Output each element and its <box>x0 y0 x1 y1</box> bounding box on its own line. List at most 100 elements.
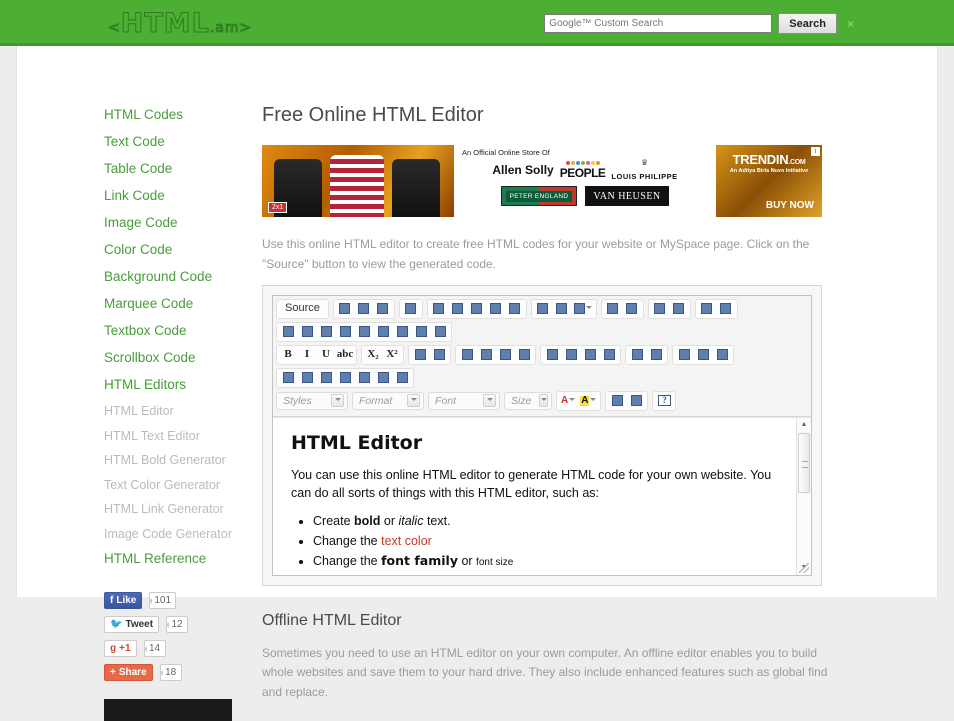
show-blocks-button[interactable] <box>627 393 645 409</box>
radio-button[interactable] <box>317 324 335 340</box>
select-all-button[interactable] <box>698 301 716 317</box>
create-div-button[interactable] <box>515 347 533 363</box>
copy-button[interactable] <box>449 301 467 317</box>
indent-button[interactable] <box>477 347 495 363</box>
sidebar-item-link-code[interactable]: Link Code <box>104 189 262 203</box>
size-select[interactable]: Size <box>504 392 552 410</box>
facebook-like-button[interactable]: fLike <box>104 592 142 609</box>
site-logo[interactable]: <HTML.am> <box>108 8 252 39</box>
textarea-button[interactable] <box>355 324 373 340</box>
styles-select[interactable]: Styles <box>276 392 348 410</box>
sidebar-item-textbox-code[interactable]: Textbox Code <box>104 324 262 338</box>
maximize-button[interactable] <box>608 393 626 409</box>
paste-button[interactable] <box>468 301 486 317</box>
save-button[interactable] <box>336 301 354 317</box>
sidebar-item-html-codes[interactable]: HTML Codes <box>104 108 262 122</box>
sidebar-item-table-code[interactable]: Table Code <box>104 162 262 176</box>
horizontal-rule-button[interactable] <box>336 370 354 386</box>
button-field-button[interactable] <box>393 324 411 340</box>
italic-button[interactable]: I <box>298 347 316 363</box>
chevron-down-icon[interactable] <box>331 394 344 407</box>
scroll-up-icon[interactable]: ▲ <box>797 418 811 432</box>
close-icon[interactable]: × <box>847 17 854 31</box>
bold-button[interactable]: B <box>279 347 297 363</box>
image-button[interactable] <box>279 370 297 386</box>
sidebar-item-image-code[interactable]: Image Code <box>104 216 262 230</box>
select-field-button[interactable] <box>374 324 392 340</box>
special-character-button[interactable] <box>374 370 392 386</box>
link-button[interactable] <box>675 347 693 363</box>
superscript-button[interactable]: X² <box>383 347 401 363</box>
google-plus-one-button[interactable]: g+1 <box>104 640 137 657</box>
sidebar-item-html-editors[interactable]: HTML Editors <box>104 378 262 392</box>
bulleted-list-button[interactable] <box>430 347 448 363</box>
remove-format-button[interactable] <box>717 301 735 317</box>
editor-scrollbar[interactable]: ▲ ▼ <box>796 418 811 575</box>
font-select[interactable]: Font <box>428 392 500 410</box>
editor-document[interactable]: HTML Editor You can use this online HTML… <box>273 418 811 571</box>
anchor-button[interactable] <box>713 347 731 363</box>
twitter-tweet-button[interactable]: 🐦Tweet <box>104 616 159 633</box>
background-color-button[interactable]: A <box>578 393 598 409</box>
sidebar-item-scrollbox-code[interactable]: Scrollbox Code <box>104 351 262 365</box>
blockquote-button[interactable] <box>496 347 514 363</box>
justify-button[interactable] <box>600 347 618 363</box>
sidebar-item-text-code[interactable]: Text Code <box>104 135 262 149</box>
text-color-button[interactable]: A <box>559 393 577 409</box>
about-button[interactable]: ? <box>655 393 673 409</box>
source-button[interactable]: Source <box>279 301 326 317</box>
templates-button[interactable] <box>402 301 420 317</box>
replace-button[interactable] <box>670 301 688 317</box>
align-left-button[interactable] <box>543 347 561 363</box>
sidebar-item-html-bold-generator[interactable]: HTML Bold Generator <box>104 454 262 467</box>
search-input[interactable] <box>544 14 772 33</box>
align-center-button[interactable] <box>562 347 580 363</box>
share-button[interactable]: +Share <box>104 664 153 681</box>
sidebar-item-text-color-generator[interactable]: Text Color Generator <box>104 479 262 492</box>
subscript-button[interactable]: X₂ <box>364 347 382 363</box>
flash-button[interactable] <box>298 370 316 386</box>
editor-content-area[interactable]: HTML Editor You can use this online HTML… <box>273 417 811 575</box>
hidden-field-button[interactable] <box>431 324 449 340</box>
paste-text-button[interactable] <box>487 301 505 317</box>
sidebar-item-html-editor[interactable]: HTML Editor <box>104 405 262 418</box>
ad-info-icon[interactable]: i <box>811 147 820 156</box>
smiley-button[interactable] <box>355 370 373 386</box>
print-button[interactable] <box>534 301 552 317</box>
underline-button[interactable]: U <box>317 347 335 363</box>
sidebar-item-html-reference[interactable]: HTML Reference <box>104 552 262 566</box>
sidebar-item-color-code[interactable]: Color Code <box>104 243 262 257</box>
form-button[interactable] <box>279 324 297 340</box>
new-page-button[interactable] <box>355 301 373 317</box>
numbered-list-button[interactable] <box>411 347 429 363</box>
text-direction-rtl-button[interactable] <box>647 347 665 363</box>
preview-button[interactable] <box>374 301 392 317</box>
format-select[interactable]: Format <box>352 392 424 410</box>
chevron-down-icon[interactable] <box>539 394 548 407</box>
align-right-button[interactable] <box>581 347 599 363</box>
find-button[interactable] <box>651 301 669 317</box>
buy-now-cta[interactable]: BUY NOW <box>766 200 814 211</box>
chevron-down-icon[interactable] <box>483 394 496 407</box>
table-button[interactable] <box>317 370 335 386</box>
advertisement-banner[interactable]: 2x1 An Official Online Store Of Allen So… <box>262 145 822 217</box>
sidebar-item-html-text-editor[interactable]: HTML Text Editor <box>104 430 262 443</box>
resize-handle[interactable] <box>799 563 809 573</box>
sidebar-item-html-link-generator[interactable]: HTML Link Generator <box>104 503 262 516</box>
sidebar-item-marquee-code[interactable]: Marquee Code <box>104 297 262 311</box>
search-button[interactable]: Search <box>778 13 837 34</box>
paste-word-button[interactable] <box>506 301 524 317</box>
spellcheck-dropdown[interactable] <box>572 301 594 317</box>
checkbox-button[interactable] <box>298 324 316 340</box>
image-button-button[interactable] <box>412 324 430 340</box>
sidebar-ad-placeholder[interactable] <box>104 699 232 721</box>
text-direction-ltr-button[interactable] <box>628 347 646 363</box>
sidebar-item-image-code-generator[interactable]: Image Code Generator <box>104 528 262 541</box>
cut-button[interactable] <box>430 301 448 317</box>
sidebar-item-background-code[interactable]: Background Code <box>104 270 262 284</box>
scrollbar-thumb[interactable] <box>798 433 810 493</box>
page-break-button[interactable] <box>393 370 411 386</box>
strikethrough-button[interactable]: abc <box>336 347 354 363</box>
chevron-down-icon[interactable] <box>407 394 420 407</box>
text-field-button[interactable] <box>336 324 354 340</box>
